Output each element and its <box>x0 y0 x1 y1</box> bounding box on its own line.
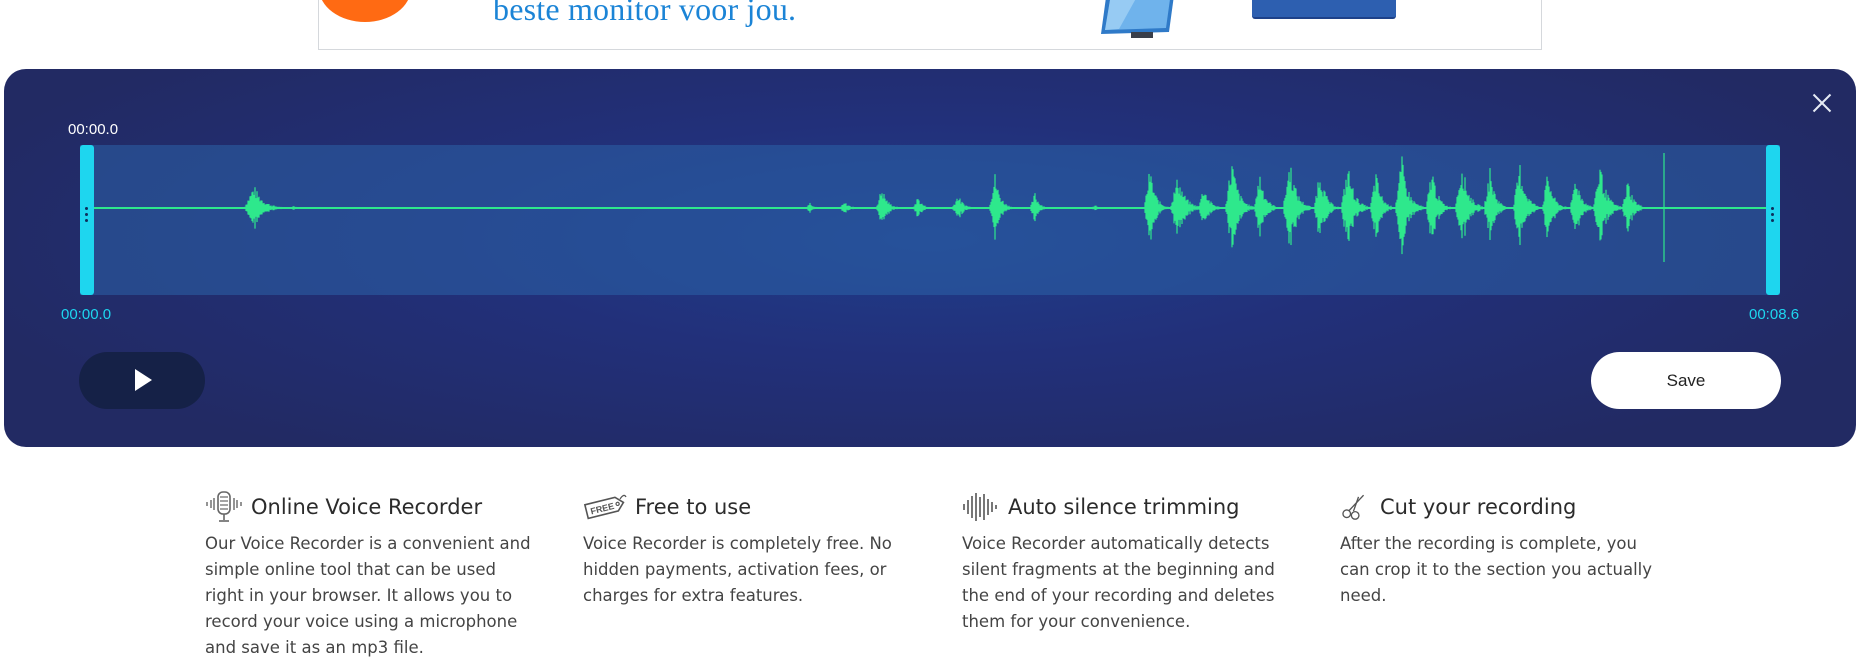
feature-free-to-use: FREE Free to use Voice Recorder is compl… <box>583 491 913 609</box>
trim-start-time: 00:00.0 <box>61 306 112 323</box>
current-time: 00:00.0 <box>68 121 119 138</box>
feature-text: Voice Recorder automatically detects sil… <box>962 534 1275 631</box>
monitor-image <box>1101 0 1174 38</box>
ad-cta-button[interactable] <box>1252 0 1396 19</box>
trim-end-handle[interactable] <box>1766 145 1780 295</box>
waveform[interactable] <box>80 145 1780 295</box>
free-tag-icon: FREE <box>583 494 627 520</box>
close-icon[interactable] <box>1808 89 1836 117</box>
save-button[interactable]: Save <box>1591 352 1781 409</box>
play-icon <box>135 369 152 391</box>
feature-text: Our Voice Recorder is a convenient and s… <box>205 534 531 657</box>
feature-title: Cut your recording <box>1380 495 1577 519</box>
feature-online-voice-recorder: Online Voice Recorder Our Voice Recorder… <box>205 491 535 661</box>
grip-icon <box>85 207 88 225</box>
trim-start-handle[interactable] <box>80 145 94 295</box>
grip-icon <box>1771 207 1774 225</box>
microphone-icon <box>206 491 242 522</box>
scissors-icon <box>1342 494 1365 520</box>
feature-auto-silence-trimming: Auto silence trimming Voice Recorder aut… <box>962 491 1292 635</box>
features-section: Online Voice Recorder Our Voice Recorder… <box>205 491 1705 665</box>
feature-title: Free to use <box>635 495 752 519</box>
feature-text: Voice Recorder is completely free. No hi… <box>583 534 892 605</box>
play-button[interactable] <box>79 352 205 409</box>
ad-banner[interactable]: beste monitor voor jou. <box>318 0 1542 50</box>
feature-cut-your-recording: Cut your recording After the recording i… <box>1340 491 1670 609</box>
feature-title: Online Voice Recorder <box>251 495 483 519</box>
trim-end-time: 00:08.6 <box>1749 306 1800 323</box>
ad-text: beste monitor voor jou. <box>493 0 797 27</box>
feature-title: Auto silence trimming <box>1008 495 1240 519</box>
ad-logo <box>319 0 411 22</box>
soundwave-icon <box>963 493 997 521</box>
feature-text: After the recording is complete, you can… <box>1340 534 1653 605</box>
waveform-graphic <box>94 153 1766 262</box>
voice-recorder-panel: 00:00.0 00:00.0 00:08.6 Save <box>4 69 1856 447</box>
